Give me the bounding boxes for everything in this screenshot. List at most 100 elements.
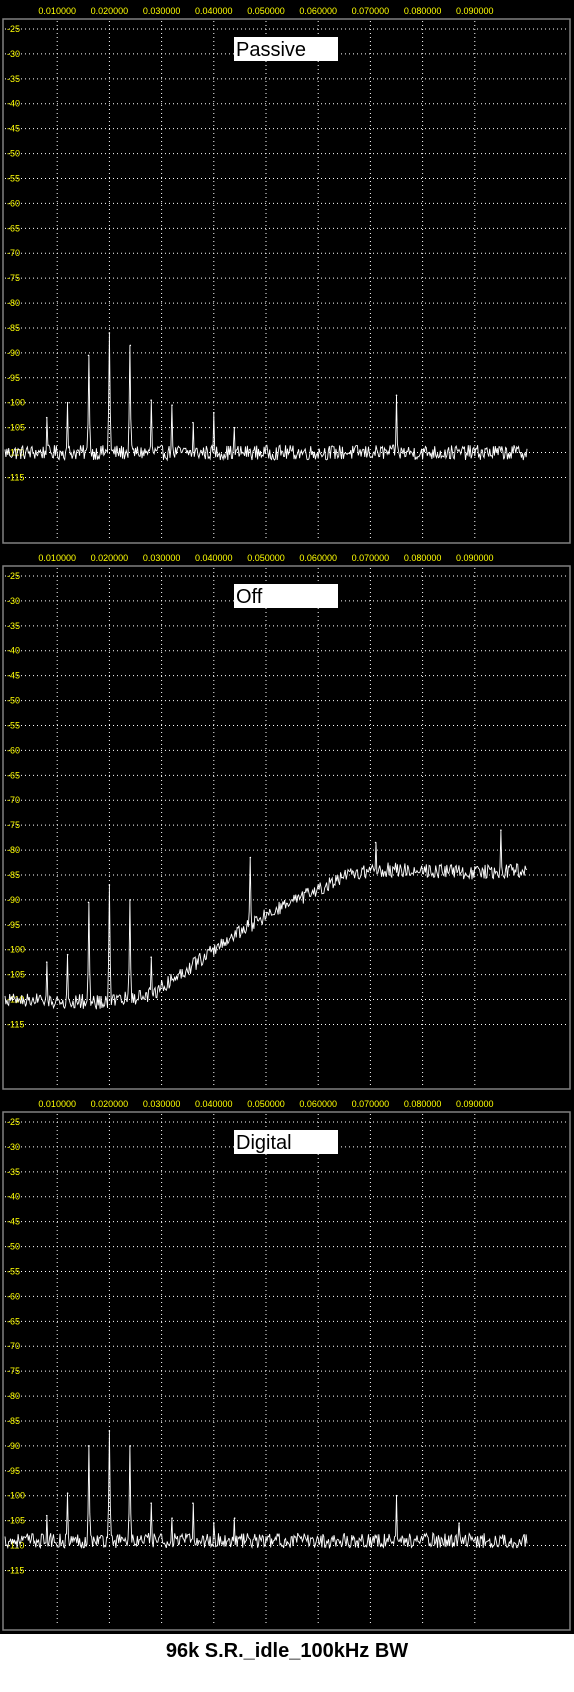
y-tick-label: -115 (7, 472, 24, 482)
spectrum-peak (500, 829, 502, 831)
spectrum-peak (233, 1517, 236, 1519)
x-tick-label: 0.070000 (352, 553, 390, 563)
spectrum-peak (395, 1494, 398, 1497)
spectrum-peak (129, 344, 132, 347)
y-tick-label: -100 (7, 398, 25, 408)
y-tick-label: -80 (7, 845, 20, 855)
panel-label: Digital (234, 1130, 338, 1154)
chart-background (0, 1093, 574, 1634)
chart-background (0, 547, 574, 1093)
spectrum-peak (192, 421, 194, 424)
x-tick-label: 0.090000 (456, 553, 494, 563)
y-tick-label: -80 (7, 1391, 20, 1401)
y-tick-label: -90 (7, 895, 20, 905)
x-tick-label: 0.020000 (91, 6, 129, 16)
y-tick-label: -80 (7, 298, 20, 308)
spectrum-peak (129, 1445, 132, 1447)
spectrum-peak (66, 953, 69, 956)
y-tick-label: -85 (7, 870, 20, 880)
spectrum-peak (66, 401, 69, 404)
spectrum-peak (171, 1517, 173, 1519)
y-tick-label: -70 (7, 795, 20, 805)
spectrum-peak (458, 1522, 460, 1524)
spectrum-peak (150, 1502, 152, 1504)
x-tick-label: 0.050000 (247, 1099, 285, 1109)
y-tick-label: -115 (7, 1019, 24, 1029)
panel-label: Passive (234, 37, 338, 61)
spectrum-peak (150, 956, 152, 958)
x-tick-label: 0.090000 (456, 6, 494, 16)
x-tick-label: 0.020000 (91, 553, 129, 563)
spectrum-peak (87, 901, 90, 904)
spectrum-peak (171, 404, 173, 407)
y-tick-label: -95 (7, 373, 20, 383)
chart-off: 0.010000 0.020000 0.030000 0.040000 0.050000… (0, 547, 574, 1093)
y-tick-label: -65 (7, 770, 20, 780)
spectrum-peak (192, 1502, 194, 1504)
y-tick-label: -65 (7, 223, 20, 233)
panel-label: Off (234, 584, 338, 608)
y-tick-label: -105 (7, 423, 25, 433)
y-tick-label: -100 (7, 945, 25, 955)
y-tick-label: -35 (7, 621, 20, 631)
panel-label-text: Off (236, 586, 263, 608)
x-tick-label: 0.060000 (299, 553, 337, 563)
y-tick-label: -25 (7, 1117, 20, 1127)
spectrum-peak (87, 354, 90, 357)
y-tick-label: -50 (7, 1242, 20, 1252)
y-tick-label: -35 (7, 74, 20, 84)
spectrum-peak (45, 416, 48, 419)
chart-panel-off: 0.010000 0.020000 0.030000 0.040000 0.050000… (0, 547, 574, 1093)
y-tick-label: -105 (7, 970, 25, 980)
x-tick-label: 0.040000 (195, 553, 233, 563)
spectrum-peak (395, 394, 398, 397)
x-tick-label: 0.060000 (299, 6, 337, 16)
x-tick-label: 0.080000 (404, 553, 442, 563)
spectrum-peak (108, 1430, 111, 1432)
y-tick-label: -40 (7, 646, 20, 656)
x-tick-label: 0.030000 (143, 553, 181, 563)
panel-label-text: Digital (236, 1132, 292, 1154)
x-tick-label: 0.010000 (38, 6, 76, 16)
y-tick-label: -95 (7, 1466, 20, 1476)
y-tick-label: -40 (7, 1192, 20, 1202)
x-tick-label: 0.040000 (195, 6, 233, 16)
y-tick-label: -55 (7, 720, 20, 730)
x-tick-label: 0.070000 (352, 6, 390, 16)
y-tick-label: -40 (7, 99, 20, 109)
figure-caption: 96k S.R._idle_100kHz BW (165, 1640, 409, 1662)
y-tick-label: -95 (7, 920, 20, 930)
y-tick-label: -90 (7, 348, 20, 358)
y-tick-label: -45 (7, 124, 20, 134)
spectrum-peak (249, 856, 252, 859)
y-tick-label: -60 (7, 745, 20, 755)
y-tick-label: -30 (7, 596, 20, 606)
chart-digital: 0.010000 0.020000 0.030000 0.040000 0.050000… (0, 1093, 574, 1634)
spectrum-peak (213, 1522, 215, 1524)
y-tick-label: -105 (7, 1516, 25, 1526)
x-tick-label: 0.060000 (299, 1099, 337, 1109)
spectrum-peak (213, 411, 215, 414)
spectrum-peak (150, 399, 152, 402)
x-tick-label: 0.030000 (143, 6, 181, 16)
spectrum-peak (108, 332, 111, 334)
y-tick-label: -50 (7, 149, 20, 159)
y-tick-label: -50 (7, 696, 20, 706)
spectrum-peak (108, 884, 111, 886)
y-tick-label: -65 (7, 1316, 20, 1326)
spectrum-peak (87, 1445, 90, 1447)
spectrum-peak (233, 426, 236, 429)
y-tick-label: -75 (7, 1366, 20, 1376)
y-tick-label: -75 (7, 820, 20, 830)
spectrum-peak (66, 1492, 69, 1495)
spectrum-peak (45, 961, 48, 963)
y-tick-label: -85 (7, 323, 20, 333)
y-tick-label: -70 (7, 248, 20, 258)
chart-passive: 0.010000 0.020000 0.030000 0.040000 0.050000… (0, 0, 574, 547)
spectrum-peak (45, 1514, 48, 1517)
panel-label-text: Passive (236, 39, 306, 61)
y-tick-label: -75 (7, 273, 20, 283)
y-tick-label: -85 (7, 1416, 20, 1426)
chart-panel-digital: 0.010000 0.020000 0.030000 0.040000 0.050000… (0, 1093, 574, 1634)
y-tick-label: -30 (7, 49, 20, 59)
